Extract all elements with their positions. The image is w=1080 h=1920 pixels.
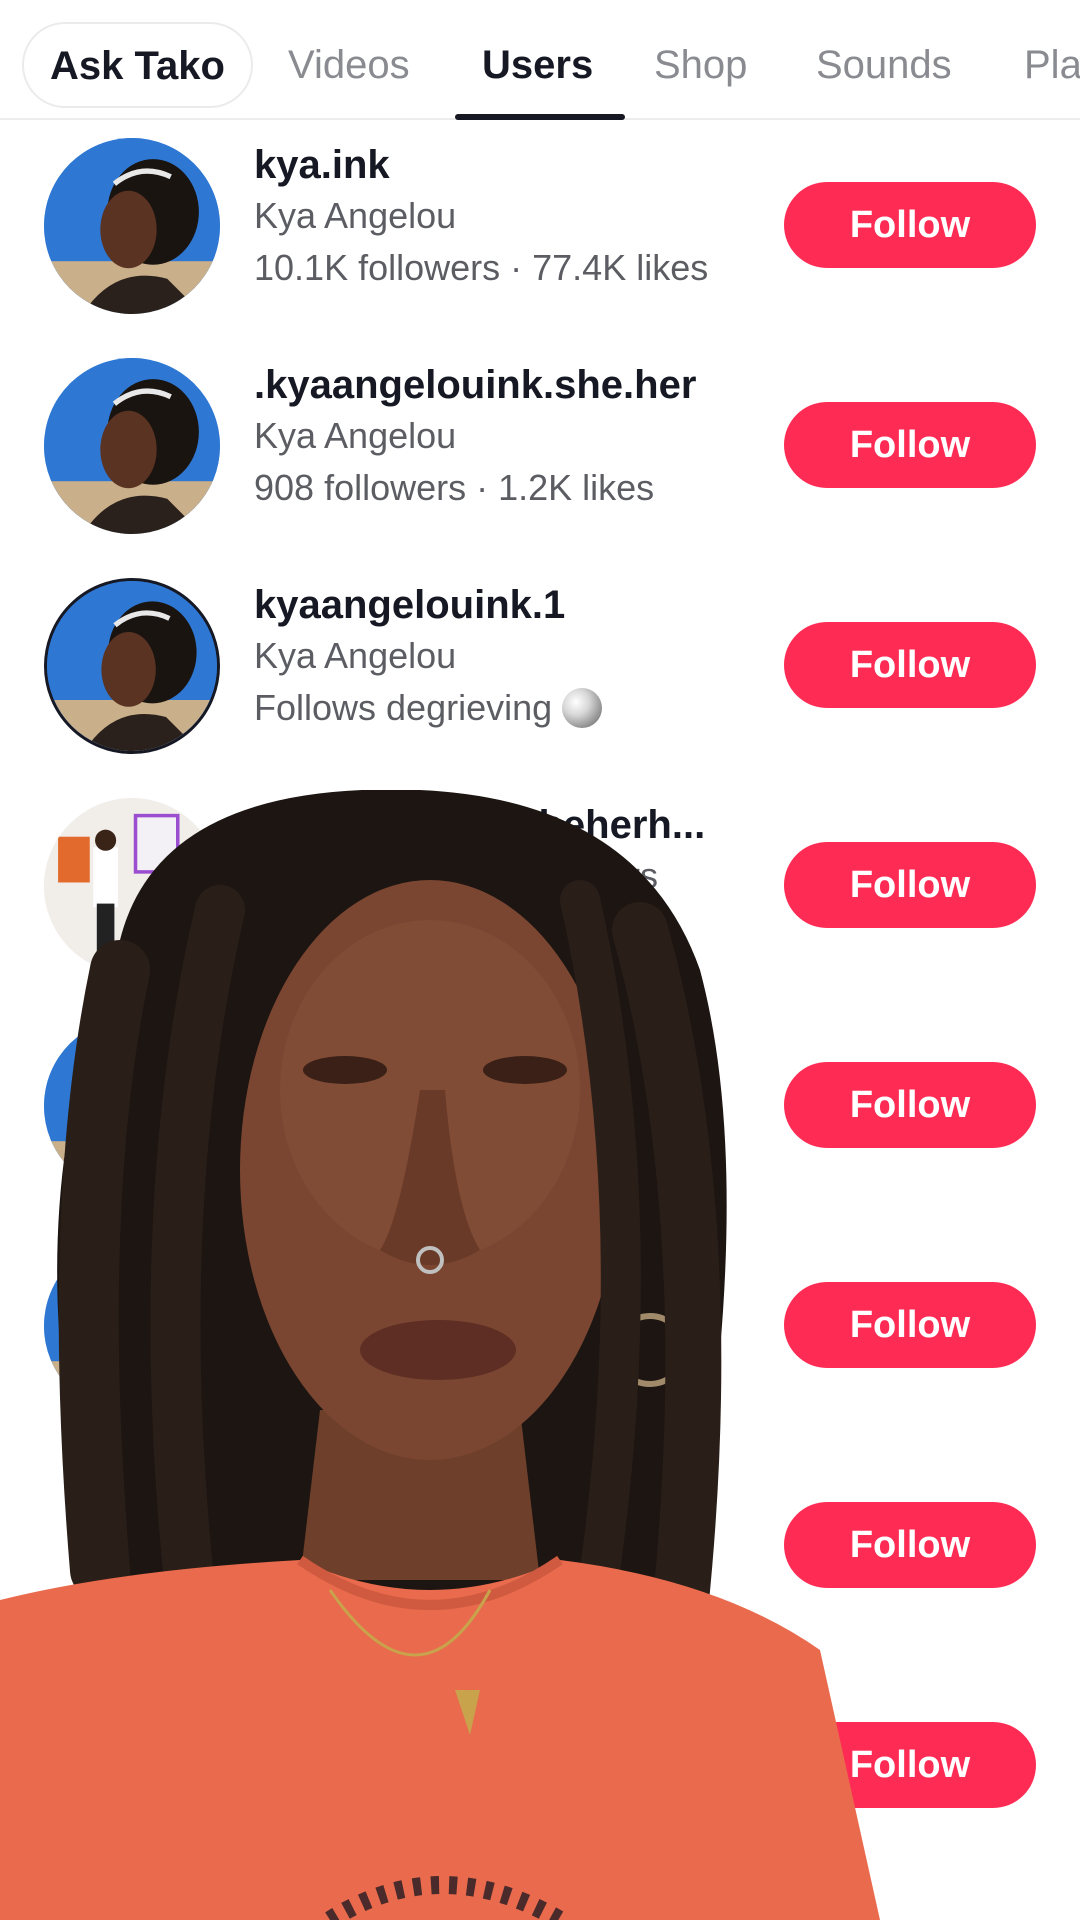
username: ky heherh... — [254, 803, 706, 847]
tab-places[interactable]: Pla — [1024, 40, 1080, 90]
portrait-photo-icon — [47, 581, 217, 751]
tab-videos[interactable]: Videos — [288, 40, 410, 90]
tab-users[interactable]: Users — [482, 40, 593, 90]
user-info: kya.ink Kya Angelou 10.1K followers · 77… — [254, 140, 754, 294]
search-results-screen: Ask Tako Videos Users Shop Sounds Pla ky… — [0, 0, 1080, 1920]
user-avatar[interactable] — [44, 138, 220, 314]
display-name: Kya Angelou — [254, 415, 457, 456]
follow-button[interactable]: Follow — [784, 842, 1036, 928]
user-row[interactable]: Follow — [0, 1218, 1080, 1438]
user-avatar[interactable] — [44, 358, 220, 534]
user-row[interactable]: kyaangelouink.1 Kya Angelou Follows degr… — [0, 558, 1080, 778]
portrait-photo-icon — [44, 1018, 220, 1194]
user-avatar[interactable] — [44, 1018, 220, 1194]
tab-sounds[interactable]: Sounds — [816, 40, 952, 90]
follow-button[interactable]: Follow — [784, 182, 1036, 268]
portrait-photo-icon — [44, 1238, 220, 1414]
pearl-emoji-icon — [562, 688, 603, 728]
user-info: ky heherh... hers — [254, 800, 754, 902]
user-row[interactable]: .kyaangelouink.she.her Kya Angelou 908 f… — [0, 338, 1080, 558]
tab-shop[interactable]: Shop — [654, 40, 747, 90]
gallery-photo-icon — [44, 798, 220, 974]
user-stats-fragment: s — [640, 1561, 658, 1602]
follow-button[interactable]: Follow — [784, 1062, 1036, 1148]
follow-button[interactable]: Follow — [784, 1722, 1036, 1808]
display-name: Kya Angelou — [254, 635, 457, 676]
follow-button[interactable]: Follow — [784, 1502, 1036, 1588]
follow-button[interactable]: Follow — [784, 622, 1036, 708]
username: kyaangelouink.1 — [254, 583, 566, 627]
portrait-photo-icon — [44, 358, 220, 534]
follows-text: Follows degrieving — [254, 687, 553, 728]
user-row[interactable]: s Follow — [0, 1438, 1080, 1658]
username: kya.ink — [254, 143, 390, 187]
user-stats: 908 followers · 1.2K likes — [254, 467, 655, 508]
user-info: s — [640, 1556, 700, 1608]
search-tabs-bar: Ask Tako Videos Users Shop Sounds Pla — [0, 0, 1080, 120]
portrait-photo-icon — [44, 138, 220, 314]
user-info: kyaangelouink.1 Kya Angelou Follows degr… — [254, 580, 754, 734]
user-avatar[interactable] — [44, 798, 220, 974]
user-avatar[interactable] — [44, 578, 220, 754]
follow-button[interactable]: Follow — [784, 402, 1036, 488]
user-row[interactable]: kya.ink Kya Angelou 10.1K followers · 77… — [0, 118, 1080, 338]
username: .kyaangelouink.she.her — [254, 363, 697, 407]
user-stats: Follows degrieving — [254, 682, 754, 734]
follow-button[interactable]: Follow — [784, 1282, 1036, 1368]
user-stats: 10.1K followers · 77.4K likes — [254, 247, 709, 288]
user-row[interactable]: Follow — [0, 998, 1080, 1218]
user-row[interactable]: Follow — [0, 1658, 1080, 1878]
user-avatar[interactable] — [44, 1238, 220, 1414]
display-name: Kya Angelou — [254, 195, 457, 236]
display-name: hers — [588, 855, 659, 896]
user-info: .kyaangelouink.she.her Kya Angelou 908 f… — [254, 360, 754, 514]
user-row[interactable]: ky heherh... hers Follow — [0, 778, 1080, 998]
tab-ask-tako[interactable]: Ask Tako — [22, 22, 253, 108]
